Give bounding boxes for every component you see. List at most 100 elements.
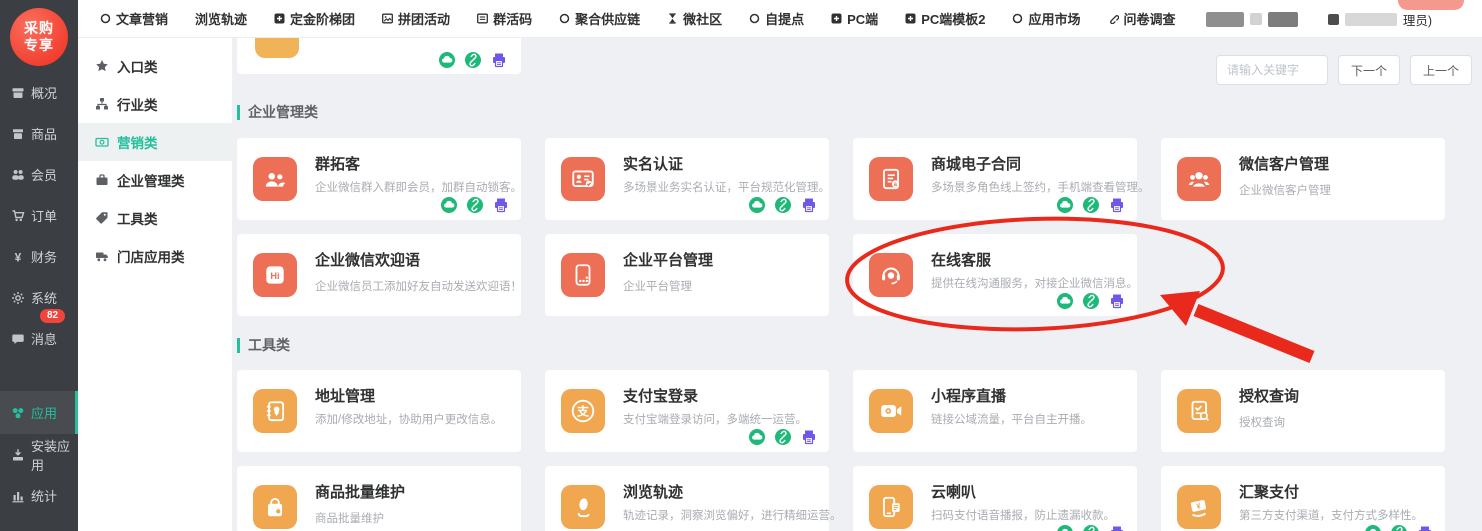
nav-item-deposit-ladder-group[interactable]: 定金阶梯团 [274, 9, 355, 28]
app-card-wechat-customer-mgmt[interactable]: 微信客户管理 企业微信客户管理 [1161, 138, 1445, 220]
print-action-icon[interactable] [1109, 525, 1125, 531]
print-action-icon[interactable] [1417, 525, 1433, 531]
app-card-huiju-pay[interactable]: ¥ 汇聚支付 第三方支付渠道，支付方式多样性。 [1161, 466, 1445, 531]
nav-item-article-marketing[interactable]: 文章营销 [100, 9, 168, 28]
shopping-bag-icon [262, 494, 288, 520]
redacted-user-info [1268, 12, 1298, 27]
sidebar-item-finance[interactable]: ¥ 财务 [0, 236, 78, 277]
app-icon [1177, 389, 1221, 433]
nav-item-survey[interactable]: 问卷调查 [1108, 9, 1176, 28]
sidebar-item-system[interactable]: 系统 [0, 277, 78, 318]
sidebar-item-orders[interactable]: 订单 [0, 195, 78, 236]
app-card-e-contract[interactable]: a 商城电子合同 多场景多角色线上签约，手机端查看管理。 [853, 138, 1137, 220]
app-card-auth-query[interactable]: 授权查询 授权查询 [1161, 370, 1445, 452]
app-card-alipay-login[interactable]: 支 支付宝登录 支付宝端登录访问，多端统一运营。 [545, 370, 829, 452]
nav-item-group-buy[interactable]: 拼团活动 [382, 9, 450, 28]
app-grid-tools: 地址管理 添加/修改地址，协助用户更改信息。 支 支付宝登录 支付宝端登录访问，… [237, 370, 1445, 531]
print-action-icon[interactable] [493, 197, 509, 213]
cloud-action-icon[interactable] [439, 52, 455, 68]
nav-item-browse-track[interactable]: 浏览轨迹 [195, 9, 247, 28]
cloud-action-icon[interactable] [749, 429, 765, 445]
section-header: 工具类 [237, 335, 290, 355]
category-item-entrance[interactable]: 入口类 [78, 47, 232, 85]
user-account-area[interactable]: 理员) [1206, 0, 1432, 38]
app-card-address-mgmt[interactable]: 地址管理 添加/修改地址，协助用户更改信息。 [237, 370, 521, 452]
address-book-icon [262, 398, 288, 424]
category-item-marketing[interactable]: 营销类 [78, 123, 232, 161]
link-action-icon[interactable] [775, 197, 791, 213]
sidebar-item-messages[interactable]: 消息 82 [0, 318, 78, 359]
app-card-miniprogram-live[interactable]: 小程序直播 链接公域流量，平台自主开播。 [853, 370, 1137, 452]
print-action-icon[interactable] [801, 197, 817, 213]
sidebar-item-label: 会员 [31, 165, 57, 184]
logo-line2: 专享 [24, 37, 54, 54]
app-card-real-name-auth[interactable]: 实名认证 多场景业务实名认证，平台规范化管理。 [545, 138, 829, 220]
nav-item-pc-template2[interactable]: PC端模板2 [905, 9, 985, 28]
sidebar-item-label: 系统 [31, 288, 57, 307]
print-action-icon[interactable] [491, 52, 507, 68]
link-action-icon[interactable] [465, 52, 481, 68]
app-card-browse-track[interactable]: 浏览轨迹 轨迹记录，洞察浏览偏好，进行精细运营。 [545, 466, 829, 531]
app-card-platform-mgmt[interactable]: 企业平台管理 企业平台管理 [545, 234, 829, 316]
next-button[interactable]: 下一个 [1338, 55, 1400, 85]
sidebar-item-install-apps[interactable]: 安装应用 [0, 434, 78, 475]
nav-item-pc[interactable]: PC端 [831, 9, 878, 28]
link-action-icon[interactable] [775, 429, 791, 445]
category-item-store-apps[interactable]: 门店应用类 [78, 237, 232, 275]
app-grid-enterprise: 群拓客 企业微信群入群即会员，加群自动锁客。 实名认证 多场景业务实名认证，平台… [237, 138, 1445, 316]
link-action-icon[interactable] [1083, 197, 1099, 213]
category-item-industry[interactable]: 行业类 [78, 85, 232, 123]
partial-app-card[interactable] [237, 38, 521, 74]
sidebar-item-apps[interactable]: 应用 [0, 391, 78, 434]
sidebar-item-stats[interactable]: 统计 [0, 475, 78, 516]
live-camera-icon [878, 398, 904, 424]
app-card-cloud-speaker[interactable]: 云喇叭 扫码支付语音播报，防止遗漏收款。 [853, 466, 1137, 531]
category-item-label: 入口类 [117, 56, 158, 76]
card-actions [749, 197, 817, 213]
cloud-action-icon[interactable] [1057, 197, 1073, 213]
app-card-wecom-welcome[interactable]: Hi 企业微信欢迎语 企业微信员工添加好友自动发送欢迎语！ [237, 234, 521, 316]
link-icon [1108, 13, 1119, 24]
link-action-icon[interactable] [1083, 293, 1099, 309]
section-accent-bar [237, 105, 240, 120]
link-action-icon[interactable] [1083, 525, 1099, 531]
app-card-quntuoke[interactable]: 群拓客 企业微信群入群即会员，加群自动锁客。 [237, 138, 521, 220]
cloud-action-icon[interactable] [1365, 525, 1381, 531]
cloud-action-icon[interactable] [441, 197, 457, 213]
sidebar-item-members[interactable]: 会员 [0, 154, 78, 195]
app-card-goods-batch[interactable]: 商品批量维护 商品批量维护 [237, 466, 521, 531]
print-action-icon[interactable] [1109, 197, 1125, 213]
nav-item-pickup-point[interactable]: 自提点 [749, 9, 804, 28]
sidebar-item-label: 应用 [31, 403, 57, 422]
nav-item-label: PC端模板2 [921, 9, 985, 28]
keyword-input[interactable] [1216, 55, 1328, 85]
sidebar-item-goods[interactable]: 商品 [0, 113, 78, 154]
nav-item-micro-community[interactable]: 微社区 [667, 9, 722, 28]
link-action-icon[interactable] [467, 197, 483, 213]
cloud-action-icon[interactable] [1057, 525, 1073, 531]
app-icon [561, 157, 605, 201]
cloud-action-icon[interactable] [749, 197, 765, 213]
app-icon [253, 485, 297, 529]
link-action-icon[interactable] [1391, 525, 1407, 531]
category-item-label: 门店应用类 [117, 246, 185, 266]
plus-square-icon [905, 13, 916, 24]
category-item-label: 营销类 [117, 132, 158, 152]
category-item-tools[interactable]: 工具类 [78, 199, 232, 237]
cloud-action-icon[interactable] [1057, 293, 1073, 309]
prev-button[interactable]: 上一个 [1410, 55, 1472, 85]
section-header: 企业管理类 [237, 102, 318, 122]
print-action-icon[interactable] [1109, 293, 1125, 309]
sidebar-item-overview[interactable]: 概况 [0, 72, 78, 113]
redacted-user-info [1328, 14, 1339, 25]
category-item-enterprise[interactable]: 企业管理类 [78, 161, 232, 199]
nav-item-group-qr[interactable]: 群活码 [477, 9, 532, 28]
nav-item-app-market[interactable]: 应用市场 [1012, 9, 1080, 28]
sidebar-item-label: 订单 [31, 206, 57, 225]
top-right-cutoff-button[interactable] [1398, 0, 1464, 10]
print-action-icon[interactable] [801, 429, 817, 445]
nav-item-supply-chain[interactable]: 聚合供应链 [559, 9, 640, 28]
group-users-icon [262, 166, 288, 192]
app-card-online-service[interactable]: 在线客服 提供在线沟通服务，对接企业微信消息。 [853, 234, 1137, 316]
sidebar-item-label: 安装应用 [31, 436, 78, 474]
